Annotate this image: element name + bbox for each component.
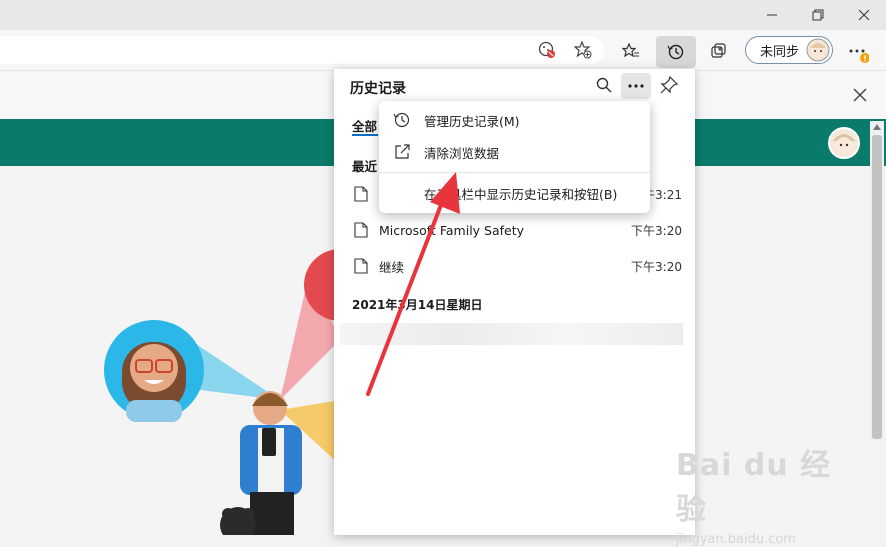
menu-item-clear-browsing-data[interactable]: 清除浏览数据 <box>379 136 650 168</box>
tab-all[interactable]: 全部 <box>352 116 377 135</box>
address-bar[interactable] <box>0 36 604 64</box>
account-avatar[interactable] <box>828 127 860 163</box>
page-scrollbar[interactable] <box>870 121 884 441</box>
tab-all-indicator <box>352 134 378 136</box>
history-item-time: 下午3:20 <box>631 259 682 274</box>
menu-item-label: 清除浏览数据 <box>424 145 500 161</box>
history-toolbar-button[interactable] <box>656 36 696 68</box>
history-icon <box>392 110 412 130</box>
history-search-icon[interactable] <box>596 77 612 97</box>
settings-more-icon[interactable] <box>842 36 872 66</box>
menu-item-label: 管理历史记录(M) <box>424 113 520 129</box>
watermark-url: jingyan.baidu.com <box>676 532 796 547</box>
external-link-icon <box>392 142 412 162</box>
banner-close-icon[interactable] <box>852 87 868 107</box>
history-panel-title: 历史记录 <box>350 81 406 97</box>
sync-status-button[interactable]: 未同步 <box>745 36 833 64</box>
restore-icon[interactable] <box>796 0 840 30</box>
history-more-options-button[interactable] <box>621 73 651 99</box>
close-icon[interactable] <box>842 0 886 30</box>
more-options-icon <box>628 84 644 88</box>
title-bar <box>0 0 886 30</box>
favorites-icon[interactable] <box>616 36 646 66</box>
annotation-arrow <box>366 172 460 396</box>
tracking-prevention-icon[interactable] <box>532 35 562 65</box>
history-icon <box>661 37 691 67</box>
watermark-brand: Bai du 经验 <box>676 448 832 527</box>
pin-icon[interactable] <box>660 75 679 98</box>
baidu-watermark: Bai du 经验 jingyan.baidu.com <box>676 440 846 547</box>
profile-avatar <box>806 38 830 66</box>
sync-label: 未同步 <box>760 44 800 60</box>
minimize-icon[interactable] <box>750 0 794 30</box>
history-item-time: 下午3:20 <box>631 223 682 238</box>
add-favorite-icon[interactable] <box>568 35 598 65</box>
collections-icon[interactable] <box>704 36 734 66</box>
family-illustration <box>104 249 340 535</box>
menu-item-manage-history[interactable]: 管理历史记录(M) <box>379 104 650 136</box>
